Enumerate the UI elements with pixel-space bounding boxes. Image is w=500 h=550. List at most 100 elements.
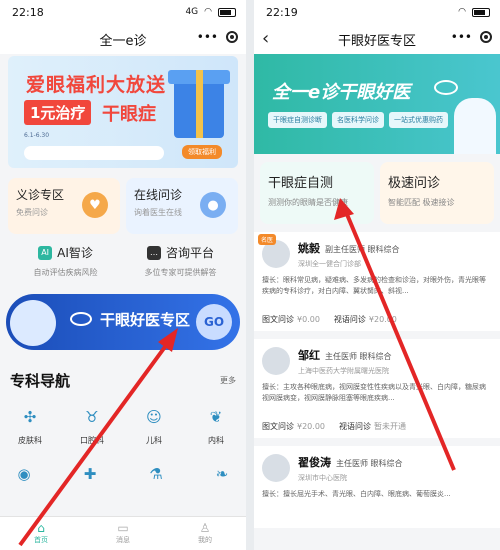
ai-diagnosis-entry[interactable]: AI AI智诊 自动评估疾病风险	[8, 244, 123, 288]
claim-benefit-button[interactable]: 领取福利	[182, 145, 222, 159]
go-button[interactable]: GO	[196, 304, 232, 340]
eye-icon	[434, 80, 458, 95]
text-consult-option[interactable]: 图文问诊 ¥20.00	[262, 421, 325, 432]
department-grid: ✣ 皮肤科 ♉ 口腔科 ☺ 儿科 ❦ 内科	[10, 405, 236, 446]
dept-dermatology[interactable]: ✣ 皮肤科	[10, 405, 50, 446]
dry-eye-zone-button[interactable]: 干眼好医专区 GO	[6, 294, 240, 350]
tab-messages[interactable]: ▭ 消息	[82, 517, 164, 550]
video-consult-option[interactable]: 视语问诊 暂未开通	[339, 421, 406, 432]
left-phone-screen: 22:18 4G ◠ 全一e诊 ••• 爱眼福利大放送 1元治疗 干眼症 6.1…	[0, 0, 246, 550]
dry-eye-banner: 全一e诊干眼好医 干眼症自测诊断 名医科学问诊 一站式优惠购药	[254, 54, 500, 154]
fast-consult-card[interactable]: 极速问诊 智能匹配 极速接诊	[380, 162, 494, 224]
card-title: 干眼症自测	[268, 176, 334, 191]
dry-eye-self-test-card[interactable]: 干眼症自测 测测你的眼睛是否健康	[260, 162, 374, 224]
free-consult-card[interactable]: 义诊专区 免费问诊 ♥	[8, 178, 120, 234]
banner-info-pill	[24, 146, 164, 160]
online-consult-card[interactable]: 在线问诊 询着医生在线 ●	[126, 178, 238, 234]
doctor-name: 邹红	[298, 349, 320, 362]
status-icons: ◠	[458, 7, 490, 17]
signal-label: 4G	[185, 7, 199, 17]
status-bar: 22:19 ◠	[254, 0, 500, 24]
lungs-icon[interactable]: ❧	[210, 462, 234, 486]
service-label: 视语问诊	[339, 422, 371, 431]
consult-platform-entry[interactable]: … 咨询平台 多位专家可提供解答	[123, 244, 238, 288]
tab-label: 首页	[34, 536, 48, 544]
more-icon[interactable]: •••	[451, 30, 472, 44]
service-label: 图文问诊	[262, 422, 294, 431]
eye-icon	[70, 312, 92, 326]
page-title: 干眼好医专区	[337, 33, 416, 49]
card-title: 极速问诊	[388, 176, 441, 191]
service-price: ¥20.00	[297, 422, 325, 431]
more-icon[interactable]: •••	[197, 30, 218, 44]
wifi-icon: ◠	[204, 7, 212, 17]
promo-banner[interactable]: 爱眼福利大放送 1元治疗 干眼症 6.1-6.30 领取福利	[8, 56, 238, 168]
nav-bar: ‹ 干眼好医专区 •••	[254, 24, 500, 54]
famous-doctor-badge: 名医	[258, 234, 277, 245]
banner-price-tag: 1元治疗	[24, 100, 92, 125]
entry-cards: 干眼症自测 测测你的眼睛是否健康 极速问诊 智能匹配 极速接诊	[260, 162, 494, 224]
tab-label: 消息	[116, 536, 130, 544]
doctor-specialty: 擅长：主攻各种眼底病，视网膜变性性疾病以及青光眼、白内障，糖尿病视网膜病变，视网…	[262, 383, 486, 402]
doctor-card[interactable]: 名医 姚毅 副主任医师 眼科综合 深圳全一健合门诊部 擅长：眼科常见病，疑难病、多…	[254, 232, 500, 331]
chat-icon: …	[146, 245, 161, 260]
entry-subtitle: 多位专家可提供解答	[144, 268, 217, 277]
doctor-hospital: 深圳市中心医院	[298, 474, 347, 482]
secondary-services: AI AI智诊 自动评估疾病风险 … 咨询平台 多位专家可提供解答	[8, 244, 238, 288]
service-price: ¥0.00	[297, 315, 320, 324]
dry-eye-zone-label: 干眼好医专区	[100, 311, 191, 329]
skin-icon: ✣	[23, 408, 37, 426]
more-link[interactable]: 更多	[220, 375, 236, 386]
dept-dental[interactable]: ♉ 口腔科	[72, 405, 112, 446]
doctor-title: 主任医师 眼科综合	[325, 352, 392, 361]
doctor-title: 主任医师 眼科综合	[336, 459, 403, 468]
nav-bar: 全一e诊 •••	[0, 24, 246, 54]
tab-label: 我的	[198, 536, 212, 544]
status-icons: 4G ◠	[185, 7, 236, 17]
eye-dept-icon[interactable]: ◉	[12, 462, 36, 486]
entry-title: AI智诊	[57, 246, 93, 260]
banner-title: 全一e诊干眼好医	[272, 82, 411, 103]
doctor-name: 姚毅	[298, 242, 320, 255]
home-icon: ⌂	[37, 521, 45, 535]
wifi-icon: ◠	[458, 7, 466, 17]
comparison-screenshot: 22:18 4G ◠ 全一e诊 ••• 爱眼福利大放送 1元治疗 干眼症 6.1…	[0, 0, 500, 550]
dept-pediatrics[interactable]: ☺ 儿科	[134, 405, 174, 446]
status-time: 22:19	[266, 5, 298, 19]
close-target-icon[interactable]	[226, 31, 238, 43]
battery-icon	[472, 7, 490, 17]
status-time: 22:18	[12, 5, 44, 19]
banner-disease: 干眼症	[102, 104, 156, 125]
doctor-title: 副主任医师 眼科综合	[325, 245, 400, 254]
dept-internal[interactable]: ❦ 内科	[196, 405, 236, 446]
dept-label: 皮肤科	[18, 436, 42, 445]
flask-icon[interactable]: ⚗	[144, 462, 168, 486]
tab-home[interactable]: ⌂ 首页	[0, 517, 82, 550]
video-consult-option[interactable]: 视语问诊 ¥20.00	[334, 314, 397, 325]
right-phone-screen: 22:19 ◠ ‹ 干眼好医专区 ••• 全一e诊干眼好医 干眼症自测诊断 名医…	[254, 0, 500, 550]
doctor-card[interactable]: 邹红 主任医师 眼科综合 上海中医药大学附属曙光医院 擅长：主攻各种眼底病，视网膜…	[254, 339, 500, 438]
page-title: 全一e诊	[99, 33, 147, 49]
mini-program-capsule[interactable]: •••	[197, 30, 238, 44]
message-icon: ▭	[117, 521, 129, 535]
avatar: 名医	[258, 234, 290, 268]
tab-bar: ⌂ 首页 ▭ 消息 ♙ 我的	[0, 516, 246, 550]
doctor-illustration	[10, 300, 56, 346]
stomach-icon: ❦	[209, 408, 223, 426]
entry-title: 咨询平台	[165, 246, 214, 260]
tooth-icon: ♉	[85, 408, 99, 426]
tab-profile[interactable]: ♙ 我的	[164, 517, 246, 550]
doctor-hospital: 上海中医药大学附属曙光医院	[298, 367, 389, 375]
bone-icon[interactable]: ✚	[78, 462, 102, 486]
doctor-name: 翟俊涛	[298, 456, 331, 469]
avatar	[262, 347, 290, 375]
mini-program-capsule[interactable]: •••	[451, 30, 492, 44]
back-icon[interactable]: ‹	[262, 28, 269, 49]
card-subtitle: 测测你的眼睛是否健康	[268, 198, 348, 207]
doctor-card[interactable]: 翟俊涛 主任医师 眼科综合 深圳市中心医院 擅长：擅长屈光手术、青光眼、白内障、眼…	[254, 446, 500, 528]
text-consult-option[interactable]: 图文问诊 ¥0.00	[262, 314, 320, 325]
close-target-icon[interactable]	[480, 31, 492, 43]
avatar	[262, 454, 290, 482]
doctor-specialty: 擅长：擅长屈光手术、青光眼、白内障、眼底病、葡萄膜炎...	[262, 490, 451, 498]
dept-label: 内科	[208, 436, 224, 445]
